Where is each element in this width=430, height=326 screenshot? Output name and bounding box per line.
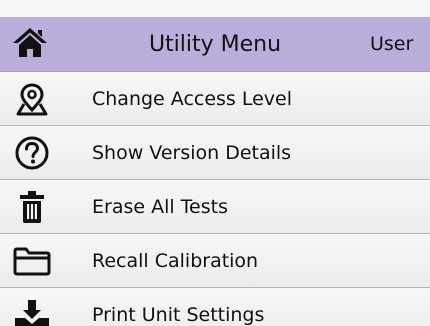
page-title: Utility Menu [148, 31, 282, 57]
menu-item-change-access-level[interactable]: Change Access Level [0, 72, 430, 126]
menu-item-show-version-details[interactable]: Show Version Details [0, 126, 430, 180]
folder-icon [0, 234, 64, 287]
menu-item-label: Change Access Level [92, 87, 293, 110]
header-bar: Utility Menu User [0, 17, 430, 72]
home-button[interactable] [0, 17, 60, 71]
utility-menu-screen: Utility Menu User Change Access Level Sh… [0, 0, 430, 326]
utility-menu-list: Change Access Level Show Version Details [0, 72, 430, 326]
top-strip [0, 0, 430, 17]
map-pin-icon [0, 72, 64, 125]
menu-item-label: Show Version Details [92, 141, 292, 164]
menu-item-label: Recall Calibration [92, 249, 259, 272]
menu-item-label: Erase All Tests [92, 195, 228, 218]
download-tray-icon [0, 288, 64, 326]
home-icon [11, 26, 49, 62]
question-circle-icon [0, 126, 64, 179]
access-level-label: User [370, 33, 414, 55]
menu-item-label: Print Unit Settings [92, 303, 265, 326]
menu-item-erase-all-tests[interactable]: Erase All Tests [0, 180, 430, 234]
menu-item-recall-calibration[interactable]: Recall Calibration [0, 234, 430, 288]
menu-item-print-unit-settings[interactable]: Print Unit Settings [0, 288, 430, 326]
trash-icon [0, 180, 64, 233]
